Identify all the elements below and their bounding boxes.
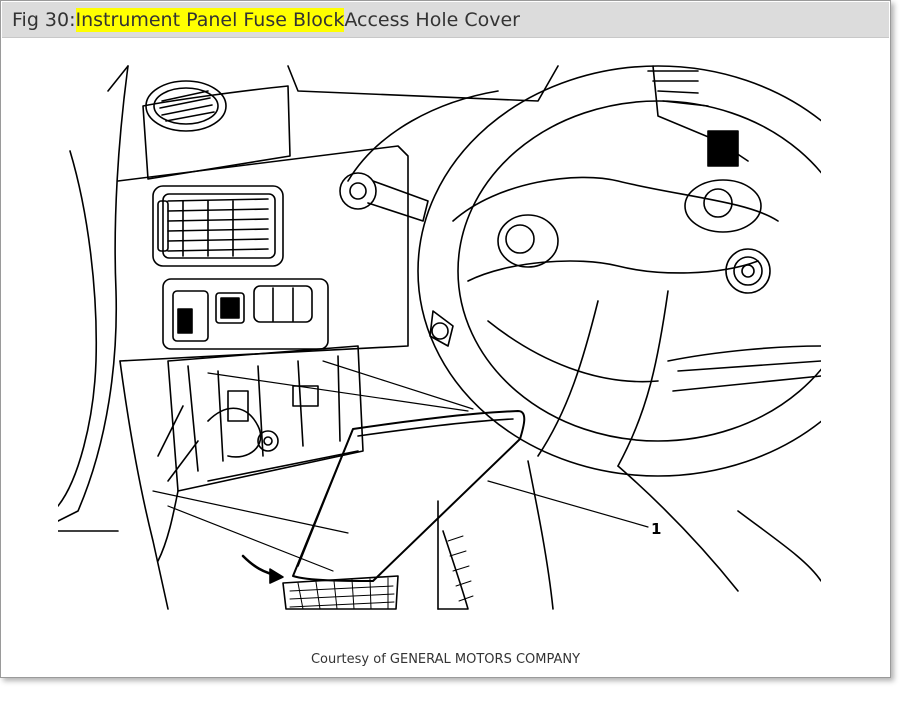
caption-prefix: Fig 30: — [12, 8, 76, 31]
figure-credit: Courtesy of GENERAL MOTORS COMPANY — [310, 652, 581, 667]
callout-leader — [487, 480, 649, 528]
line-drawing: 1 — [58, 61, 821, 613]
fuse-block-opening — [157, 345, 364, 562]
removal-arrow-icon — [241, 554, 284, 584]
figure-caption: Fig 30: Instrument Panel Fuse Block Acce… — [2, 2, 889, 38]
switch-panel — [162, 278, 329, 350]
caption-highlight: Instrument Panel Fuse Block — [75, 7, 345, 32]
callout-label-1: 1 — [651, 520, 661, 538]
steering-column-lower — [437, 345, 821, 610]
figure-frame: Fig 30: Instrument Panel Fuse Block Acce… — [0, 0, 891, 678]
turn-signal-stalk — [339, 172, 429, 222]
access-hole-cover — [292, 410, 526, 582]
lower-stalk — [429, 310, 454, 347]
center-air-vent — [152, 185, 284, 267]
instrument-panel-left — [58, 65, 409, 610]
caption-suffix: Access Hole Cover — [344, 8, 520, 31]
upper-air-vent — [145, 80, 227, 132]
alignment-lines — [152, 360, 474, 572]
ignition-switch — [725, 248, 771, 294]
instrument-cluster — [287, 65, 749, 182]
pedal-mat — [282, 530, 474, 610]
